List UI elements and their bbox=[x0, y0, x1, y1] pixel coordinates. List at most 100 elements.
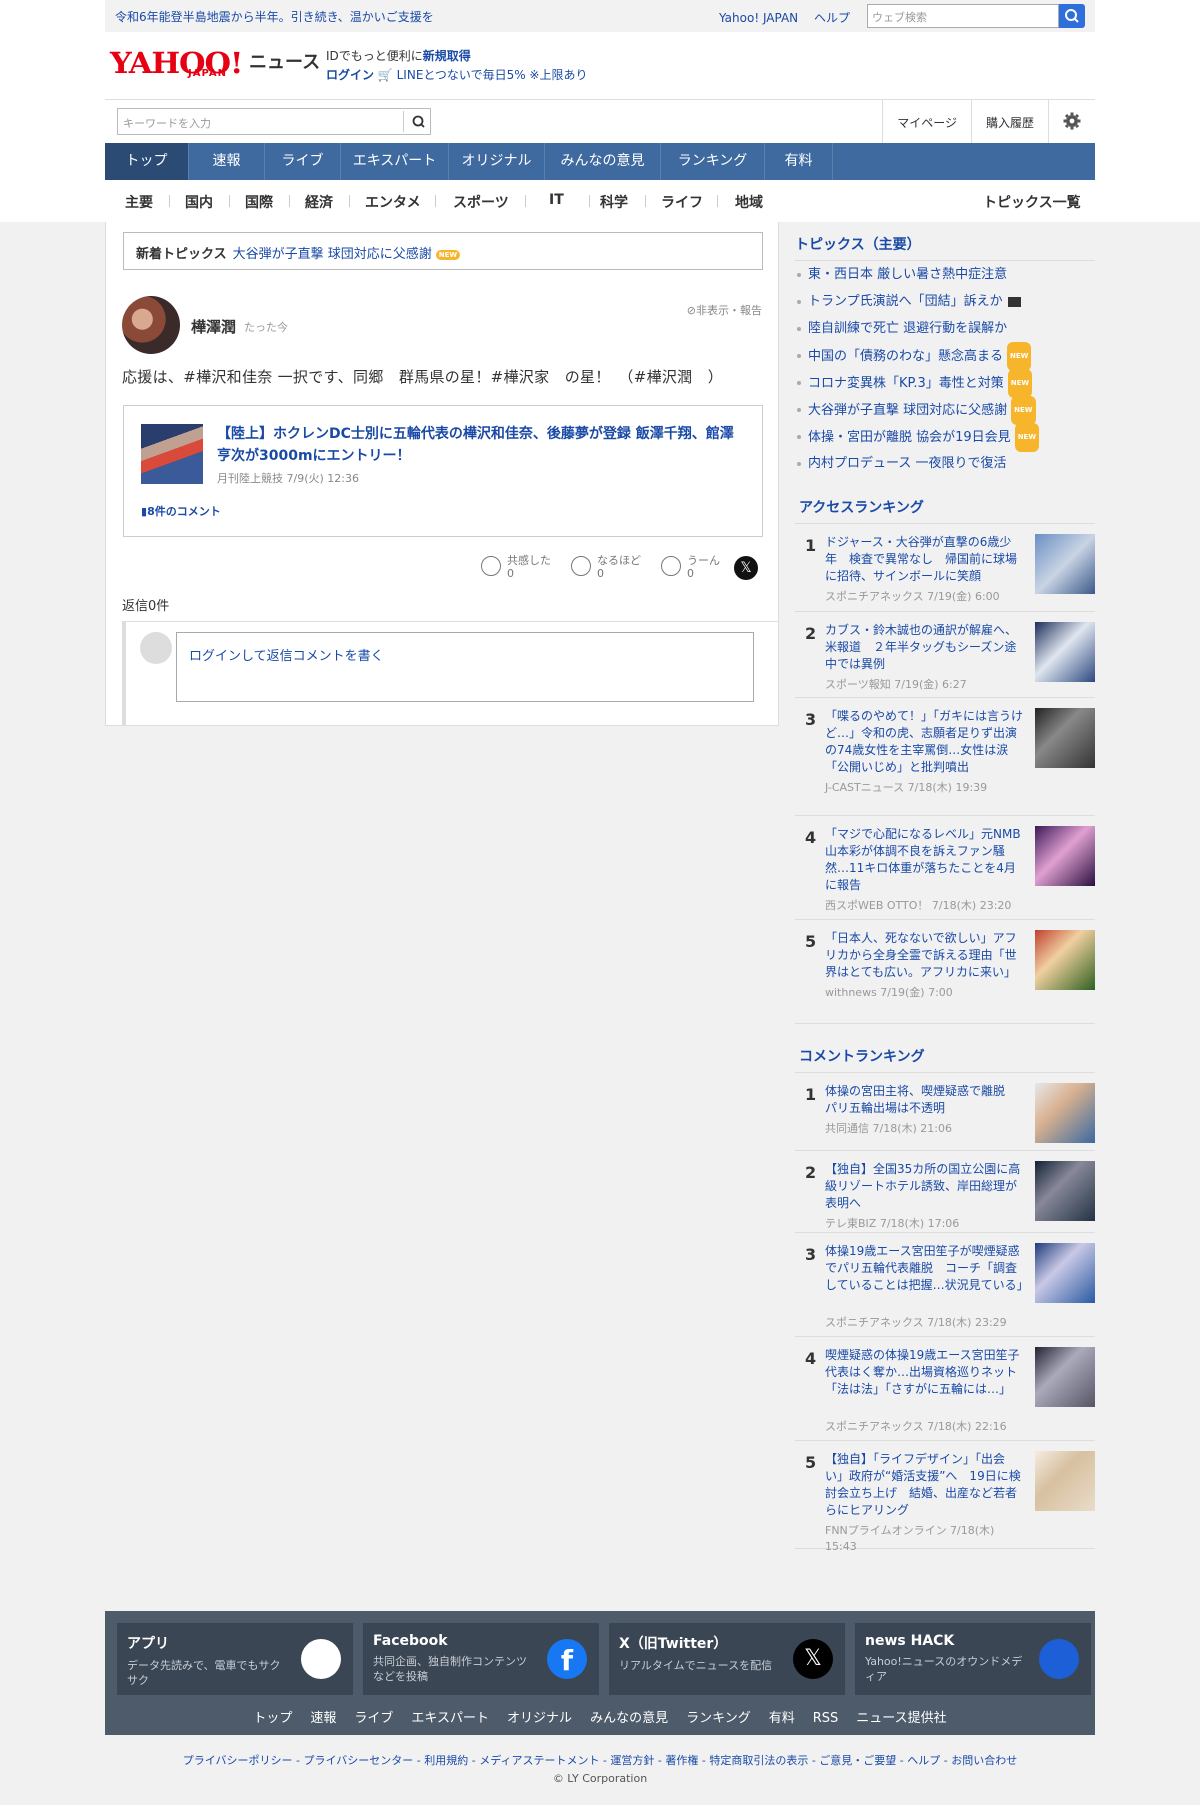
footer-x-box[interactable]: X（旧Twitter） リアルタイムでニュースを配信 𝕏 bbox=[609, 1623, 845, 1695]
category-science[interactable]: 科学 bbox=[600, 192, 628, 212]
category-local[interactable]: 地域 bbox=[735, 192, 763, 212]
hide-report-button[interactable]: ⊘非表示・報告 bbox=[687, 302, 762, 318]
ranking-title[interactable]: カブス・鈴木誠也の通訳が解雇へ、米報道 ２年半タッグもシーズン途中では異例 bbox=[825, 622, 1023, 673]
category-domestic[interactable]: 国内 bbox=[185, 192, 213, 212]
article-card[interactable]: 【陸上】ホクレンDC士別に五輪代表の樺沢和佳奈、後藤夢が登録 飯澤千翔、館澤亨次… bbox=[123, 405, 763, 537]
category-entertainment[interactable]: エンタメ bbox=[365, 192, 421, 212]
topic-item[interactable]: 中国の「債務のわな」懸念高まる NEW bbox=[795, 342, 1095, 371]
topic-link[interactable]: トランプ氏演説へ「団結」訴えか bbox=[808, 294, 1003, 309]
topic-item[interactable]: 体操・宮田が離脱 協会が19日会見 NEW bbox=[795, 423, 1095, 452]
footer-link[interactable]: みんなの意見 bbox=[590, 1711, 668, 1726]
ranking-item[interactable]: 3 体操19歳エース宮田笙子が喫煙疑惑でパリ五輪代表離脱 コーチ「調査していること… bbox=[795, 1233, 1095, 1337]
new-topic-link[interactable]: 大谷弾が子直撃 球団対応に父感謝 bbox=[233, 247, 432, 262]
nav-tab-opinions[interactable]: みんなの意見 bbox=[545, 143, 661, 180]
ranking-title[interactable]: 【独自】全国35カ所の国立公園に高級リゾートホテル誘致、岸田総理が表明へ bbox=[825, 1161, 1023, 1212]
ranking-item[interactable]: 5 【独自】「ライフデザイン」「出会い」政府が“婚活支援”へ 19日に検討会立ち上… bbox=[795, 1441, 1095, 1553]
ranking-thumbnail bbox=[1035, 1451, 1095, 1511]
footer-link[interactable]: エキスパート bbox=[411, 1711, 489, 1726]
reply-input[interactable]: ログインして返信コメントを書く bbox=[176, 632, 754, 702]
ranking-item[interactable]: 3 「喋るのやめて！」「ガキには言うけど…」令和の虎、志願者足りず出演の74歳女性… bbox=[795, 698, 1095, 816]
category-it[interactable]: IT bbox=[549, 192, 564, 208]
line-promo-link[interactable]: LINEとつないで毎日5% ※上限あり bbox=[397, 68, 588, 82]
topic-link[interactable]: 中国の「債務のわな」懸念高まる bbox=[808, 349, 1003, 364]
topic-item[interactable]: トランプ氏演説へ「団結」訴えか bbox=[795, 288, 1095, 315]
topic-link[interactable]: 陸自訓練で死亡 退避行動を誤解か bbox=[808, 321, 1007, 336]
topic-link[interactable]: 東・西日本 厳しい暑さ熱中症注意 bbox=[808, 267, 1007, 282]
ranking-source: スポニチアネックス 7/19(金) 6:00 bbox=[825, 590, 1000, 603]
topic-link[interactable]: 内村プロデュース 一夜限りで復活 bbox=[808, 456, 1006, 471]
footer-link[interactable]: ランキング bbox=[686, 1711, 751, 1726]
category-main[interactable]: 主要 bbox=[125, 192, 153, 212]
footer-facebook-box[interactable]: Facebook 共同企画、独自制作コンテンツなどを投稿 f bbox=[363, 1623, 599, 1695]
ranking-thumbnail bbox=[1035, 622, 1095, 682]
nav-tab-ranking[interactable]: ランキング bbox=[661, 143, 765, 180]
ranking-title[interactable]: ドジャース・大谷弾が直撃の6歳少年 検査で異常なし 帰国前に球場に招待、サインボ… bbox=[825, 534, 1023, 585]
disaster-notice-link[interactable]: 令和6年能登半島地震から半年。引き続き、温かいご支援を bbox=[115, 8, 434, 25]
legal-links[interactable]: プライバシーポリシー - プライバシーセンター - 利用規約 - メディアステー… bbox=[0, 1752, 1200, 1768]
ranking-number: 3 bbox=[805, 1245, 817, 1264]
footer-link[interactable]: RSS bbox=[813, 1711, 839, 1726]
footer-link[interactable]: オリジナル bbox=[507, 1711, 572, 1726]
category-world[interactable]: 国際 bbox=[245, 192, 273, 212]
comment-count-link[interactable]: ▮8件のコメント bbox=[141, 503, 221, 519]
footer-link[interactable]: 速報 bbox=[310, 1711, 336, 1726]
topic-link[interactable]: 体操・宮田が離脱 協会が19日会見 bbox=[808, 430, 1011, 445]
nav-tab-top[interactable]: トップ bbox=[105, 143, 189, 180]
help-link[interactable]: ヘルプ bbox=[814, 11, 850, 25]
ranking-item[interactable]: 4 「マジで心配になるレベル」元NMB山本彩が体調不良を訴えファン騒然…11キロ体… bbox=[795, 816, 1095, 920]
yahoo-japan-link[interactable]: Yahoo! JAPAN bbox=[719, 11, 798, 25]
category-sports[interactable]: スポーツ bbox=[453, 192, 509, 212]
ranking-title[interactable]: 体操19歳エース宮田笙子が喫煙疑惑でパリ五輪代表離脱 コーチ「調査していることは… bbox=[825, 1243, 1029, 1294]
purchase-history-link[interactable]: 購入履歴 bbox=[970, 100, 1048, 144]
ranking-item[interactable]: 1 ドジャース・大谷弾が直撃の6歳少年 検査で異常なし 帰国前に球場に招待、サイン… bbox=[795, 524, 1095, 612]
topic-link[interactable]: 大谷弾が子直撃 球団対応に父感謝 bbox=[808, 403, 1007, 418]
topic-item[interactable]: 陸自訓練で死亡 退避行動を誤解か bbox=[795, 315, 1095, 342]
avatar[interactable] bbox=[122, 296, 180, 354]
footer-link[interactable]: ライブ bbox=[354, 1711, 393, 1726]
nav-tab-live[interactable]: ライブ bbox=[265, 143, 341, 180]
all-topics-link[interactable]: トピックス一覧 bbox=[983, 192, 1081, 212]
ranking-item[interactable]: 5 「日本人、死なないで欲しい」アフリカから全身全霊で訴える理由「世界はとても広い… bbox=[795, 920, 1095, 1024]
category-life[interactable]: ライフ bbox=[661, 192, 703, 212]
keyword-search-input[interactable]: キーワードを入力 bbox=[117, 108, 431, 135]
mypage-link[interactable]: マイページ bbox=[882, 100, 971, 144]
comment-username[interactable]: 樺澤潤 bbox=[191, 316, 236, 337]
nav-tab-paid[interactable]: 有料 bbox=[765, 143, 833, 180]
nav-tab-expert[interactable]: エキスパート bbox=[341, 143, 449, 180]
article-title[interactable]: 【陸上】ホクレンDC士別に五輪代表の樺沢和佳奈、後藤夢が登録 飯澤千翔、館澤亨次… bbox=[217, 423, 747, 467]
footer-newshack-box[interactable]: news HACK Yahoo!ニュースのオウンドメディア bbox=[855, 1623, 1091, 1695]
ranking-item[interactable]: 2 【独自】全国35カ所の国立公園に高級リゾートホテル誘致、岸田総理が表明へ テレ東… bbox=[795, 1151, 1095, 1233]
footer-link[interactable]: トップ bbox=[253, 1711, 292, 1726]
footer-link[interactable]: 有料 bbox=[769, 1711, 795, 1726]
comment-time: たった今 bbox=[244, 321, 288, 334]
ranking-title[interactable]: 「日本人、死なないで欲しい」アフリカから全身全霊で訴える理由「世界はとても広い。… bbox=[825, 930, 1023, 981]
yahoo-logo[interactable]: YAHOO! JAPAN bbox=[110, 46, 250, 82]
topic-item[interactable]: 内村プロデュース 一夜限りで復活 bbox=[795, 450, 1095, 477]
footer-app-box[interactable]: アプリ データ先読みで、電車でもサクサク bbox=[117, 1623, 353, 1695]
settings-button[interactable] bbox=[1048, 100, 1095, 144]
topic-item[interactable]: 大谷弾が子直撃 球団対応に父感謝 NEW bbox=[795, 396, 1095, 425]
web-search-input[interactable]: ウェブ検索 bbox=[867, 4, 1059, 28]
ranking-item[interactable]: 2 カブス・鈴木誠也の通訳が解雇へ、米報道 ２年半タッグもシーズン途中では異例 スポ… bbox=[795, 612, 1095, 698]
keyword-search-button[interactable] bbox=[403, 111, 431, 132]
category-economy[interactable]: 経済 bbox=[305, 192, 333, 212]
web-search-button[interactable] bbox=[1059, 4, 1085, 28]
signup-link[interactable]: 新規取得 bbox=[423, 49, 471, 63]
ranking-item[interactable]: 4 喫煙疑惑の体操19歳エース宮田笙子 代表はく奪か…出場資格巡りネット「法は法」… bbox=[795, 1337, 1095, 1441]
x-share-icon[interactable]: 𝕏 bbox=[734, 556, 758, 580]
nav-tab-original[interactable]: オリジナル bbox=[449, 143, 545, 180]
login-link[interactable]: ログイン bbox=[326, 68, 374, 82]
ranking-title[interactable]: 体操の宮田主将、喫煙疑惑で離脱 パリ五輪出場は不透明 bbox=[825, 1083, 1023, 1117]
new-topic-banner[interactable]: 新着トピックス 大谷弾が子直撃 球団対応に父感謝 NEW bbox=[123, 232, 763, 270]
nav-tab-breaking[interactable]: 速報 bbox=[189, 143, 265, 180]
topic-link[interactable]: コロナ変異株「KP.3」毒性と対策 bbox=[808, 376, 1004, 391]
ranking-title[interactable]: 喫煙疑惑の体操19歳エース宮田笙子 代表はく奪か…出場資格巡りネット「法は法」「… bbox=[825, 1347, 1032, 1398]
ranking-item[interactable]: 1 体操の宮田主将、喫煙疑惑で離脱 パリ五輪出場は不透明 共同通信 7/18(木) … bbox=[795, 1073, 1095, 1151]
ranking-title[interactable]: 「喋るのやめて！」「ガキには言うけど…」令和の虎、志願者足りず出演の74歳女性を… bbox=[825, 708, 1023, 776]
new-badge: NEW bbox=[1007, 342, 1032, 371]
topic-item[interactable]: コロナ変異株「KP.3」毒性と対策 NEW bbox=[795, 369, 1095, 398]
ranking-title[interactable]: 「マジで心配になるレベル」元NMB山本彩が体調不良を訴えファン騒然…11キロ体重… bbox=[825, 826, 1023, 894]
ranking-title[interactable]: 【独自】「ライフデザイン」「出会い」政府が“婚活支援”へ 19日に検討会立ち上げ… bbox=[825, 1451, 1023, 1519]
topic-item[interactable]: 東・西日本 厳しい暑さ熱中症注意 bbox=[795, 261, 1095, 288]
footer-link[interactable]: ニュース提供社 bbox=[856, 1711, 946, 1726]
